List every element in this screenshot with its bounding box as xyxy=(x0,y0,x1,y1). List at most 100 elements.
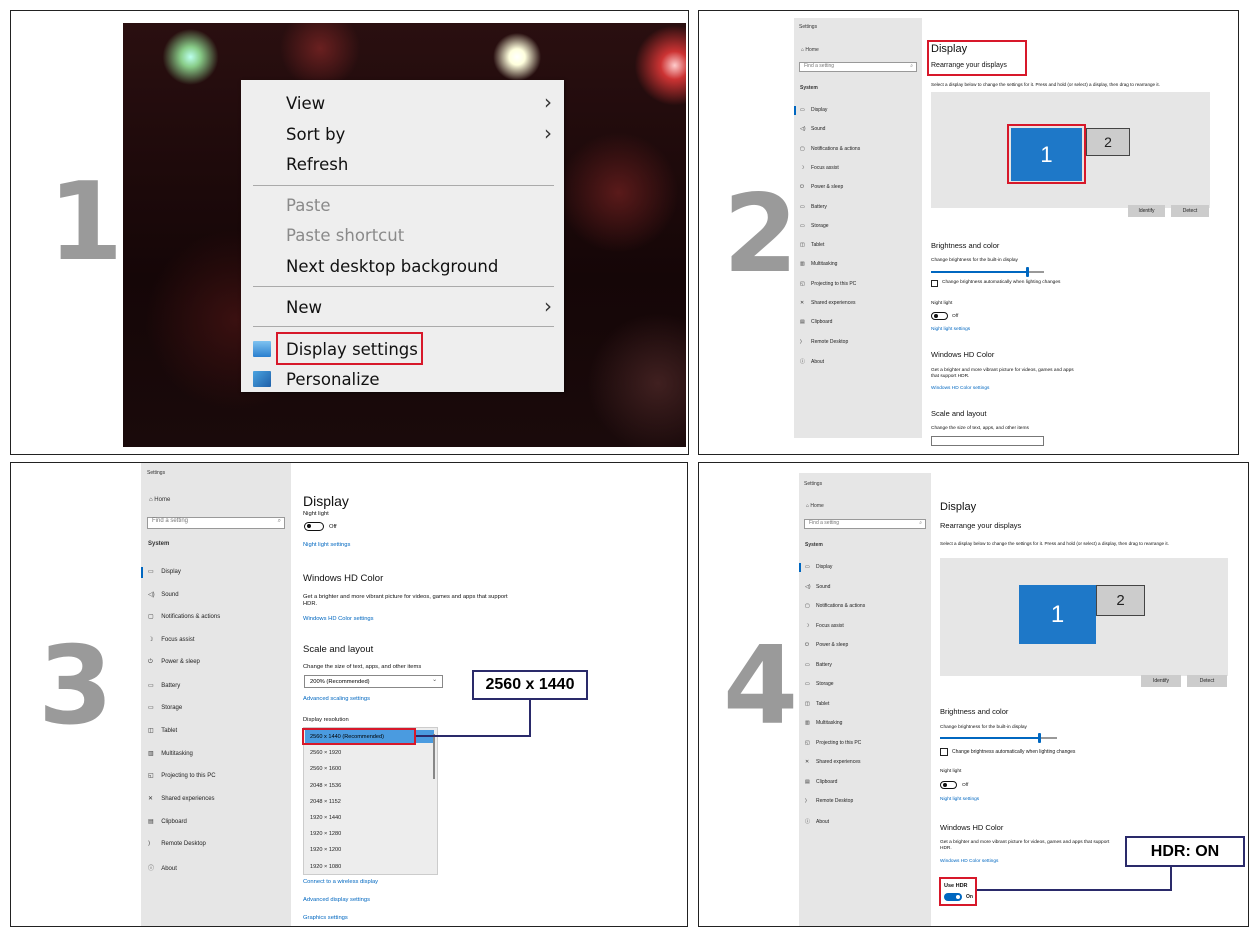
resolution-option[interactable]: 1920 × 1200 xyxy=(305,843,431,856)
sidebar-item-storage[interactable]: ▭ Storage xyxy=(148,704,182,711)
sidebar-item-battery[interactable]: ▭ Battery xyxy=(800,204,827,210)
sidebar-item-shared-experiences[interactable]: ✕ Shared experiences xyxy=(800,300,855,306)
brightness-fill xyxy=(931,271,1028,273)
sidebar-item-tablet[interactable]: ◫ Tablet xyxy=(800,242,824,248)
sidebar-item-shared-experiences[interactable]: ✕ Shared experiences xyxy=(805,759,860,765)
auto-brightness-checkbox[interactable] xyxy=(931,280,938,287)
advanced-scaling-link[interactable]: Advanced scaling settings xyxy=(303,696,370,702)
night-light-settings-link[interactable]: Night light settings xyxy=(931,327,970,332)
scale-heading: Scale and layout xyxy=(303,644,374,655)
sidebar-item-clipboard[interactable]: ▤ Clipboard xyxy=(148,818,187,825)
sidebar-item-clipboard[interactable]: ▤ Clipboard xyxy=(800,319,832,325)
connect-wireless-link[interactable]: Connect to a wireless display xyxy=(303,879,378,885)
hd-color-settings-link[interactable]: Windows HD Color settings xyxy=(931,386,989,391)
sidebar-item-projecting-to-this-pc[interactable]: ◱ Projecting to this PC xyxy=(800,281,856,287)
sidebar-item-notifications-actions[interactable]: ▢ Notifications & actions xyxy=(800,146,860,152)
menu-item-next-desktop-background[interactable]: Next desktop background xyxy=(286,257,498,276)
brightness-slider[interactable] xyxy=(931,267,1044,277)
hd-color-settings-link[interactable]: Windows HD Color settings xyxy=(940,859,998,864)
sidebar-item-notifications-actions[interactable]: ▢ Notifications & actions xyxy=(805,603,865,609)
graphics-settings-link[interactable]: Graphics settings xyxy=(303,915,348,921)
menu-item-personalize[interactable]: Personalize xyxy=(286,370,380,389)
night-light-toggle[interactable] xyxy=(304,522,324,531)
sidebar-item-tablet[interactable]: ◫ Tablet xyxy=(148,727,177,734)
resolution-option[interactable]: 1920 × 1080 xyxy=(305,860,431,873)
sidebar-item-shared-experiences[interactable]: ✕ Shared experiences xyxy=(148,795,215,802)
sidebar-item-sound[interactable]: ◁) Sound xyxy=(800,126,825,132)
sidebar-item-label: Remote Desktop xyxy=(816,798,854,804)
sidebar-item-display[interactable]: ▭ Display xyxy=(148,568,181,575)
auto-brightness-checkbox[interactable] xyxy=(940,748,948,756)
identify-button[interactable]: Identify xyxy=(1141,675,1181,687)
advanced-display-link[interactable]: Advanced display settings xyxy=(303,897,370,903)
sidebar-item-storage[interactable]: ▭ Storage xyxy=(805,681,834,687)
nav-home[interactable]: ⌂ Home xyxy=(806,503,824,509)
sidebar-item-about[interactable]: ⓘ About xyxy=(805,818,829,825)
section-title: System xyxy=(805,542,823,548)
night-light-toggle[interactable] xyxy=(940,781,957,789)
brightness-thumb[interactable] xyxy=(1025,267,1029,277)
resolution-option[interactable]: 2560 × 1920 xyxy=(305,746,431,759)
resolution-option[interactable]: 1920 × 1280 xyxy=(305,827,431,840)
resolution-option[interactable]: 1920 × 1440 xyxy=(305,811,431,824)
sidebar-item-power-sleep[interactable]: ⏻ Power & sleep xyxy=(800,184,843,190)
sidebar-item-battery[interactable]: ▭ Battery xyxy=(148,682,180,689)
sidebar-item-about[interactable]: ⓘ About xyxy=(148,863,177,872)
sidebar-item-sound[interactable]: ◁) Sound xyxy=(148,591,179,598)
menu-item-refresh[interactable]: Refresh xyxy=(286,155,348,174)
night-light-settings-link[interactable]: Night light settings xyxy=(303,542,350,548)
menu-item-view[interactable]: View xyxy=(286,94,325,113)
search-input[interactable]: Find a setting ⌕ xyxy=(804,519,926,529)
nav-home[interactable]: ⌂ Home xyxy=(149,497,170,503)
scale-dropdown[interactable]: 200% (Recommended) ⌄ xyxy=(304,675,443,688)
hd-color-settings-link[interactable]: Windows HD Color settings xyxy=(303,616,374,622)
brightness-thumb[interactable] xyxy=(1037,733,1041,743)
detect-button[interactable]: Detect xyxy=(1171,205,1209,217)
sidebar-item-focus-assist[interactable]: ☽ Focus assist xyxy=(148,636,195,643)
sidebar-item-display[interactable]: ▭ Display xyxy=(800,107,827,113)
sidebar-item-projecting-to-this-pc[interactable]: ◱ Projecting to this PC xyxy=(805,740,861,746)
sidebar-item-remote-desktop[interactable]: ⟩ Remote Desktop xyxy=(148,840,206,847)
sidebar-item-sound[interactable]: ◁) Sound xyxy=(805,584,830,590)
page-title: Display xyxy=(303,493,349,509)
search-input[interactable]: Find a setting ⌕ xyxy=(147,517,285,529)
monitor-2[interactable]: 2 xyxy=(1096,585,1145,616)
search-icon: ⌕ xyxy=(919,520,922,526)
night-light-toggle[interactable] xyxy=(931,312,948,320)
sidebar-item-notifications-actions[interactable]: ▢ Notifications & actions xyxy=(148,613,220,620)
list-scrollbar[interactable] xyxy=(433,734,435,779)
resolution-option[interactable]: 2048 × 1536 xyxy=(305,779,431,792)
sidebar-item-multitasking[interactable]: ▥ Multitasking xyxy=(805,720,842,726)
identify-button[interactable]: Identify xyxy=(1128,205,1165,217)
nav-home[interactable]: ⌂ Home xyxy=(801,47,819,53)
sidebar-item-multitasking[interactable]: ▥ Multitasking xyxy=(800,261,837,267)
menu-item-sort-by[interactable]: Sort by xyxy=(286,125,345,144)
resolution-option[interactable]: 2048 × 1152 xyxy=(305,795,431,808)
sidebar-item-tablet[interactable]: ◫ Tablet xyxy=(805,701,829,707)
sidebar-item-multitasking[interactable]: ▥ Multitasking xyxy=(148,750,193,757)
scale-heading: Scale and layout xyxy=(931,409,987,418)
detect-button[interactable]: Detect xyxy=(1187,675,1227,687)
sidebar-item-display[interactable]: ▭ Display xyxy=(805,564,832,570)
resolution-option[interactable]: 2560 × 1600 xyxy=(305,762,431,775)
sidebar-item-clipboard[interactable]: ▤ Clipboard xyxy=(805,779,837,785)
sidebar-item-focus-assist[interactable]: ☽ Focus assist xyxy=(805,623,844,629)
sidebar-item-power-sleep[interactable]: ⏻ Power & sleep xyxy=(148,659,200,666)
menu-item-new[interactable]: New xyxy=(286,298,322,317)
sidebar-item-about[interactable]: ⓘ About xyxy=(800,358,824,365)
scale-dropdown[interactable] xyxy=(931,436,1044,446)
monitor-2[interactable]: 2 xyxy=(1086,128,1130,156)
sidebar-item-focus-assist[interactable]: ☽ Focus assist xyxy=(800,165,839,171)
brightness-slider[interactable] xyxy=(940,733,1057,743)
scale-label: Change the size of text, apps, and other… xyxy=(303,664,422,670)
sidebar-item-remote-desktop[interactable]: ⟩ Remote Desktop xyxy=(800,339,848,345)
sidebar-item-projecting-to-this-pc[interactable]: ◱ Projecting to this PC xyxy=(148,772,216,779)
sidebar-item-battery[interactable]: ▭ Battery xyxy=(805,662,832,668)
night-light-settings-link[interactable]: Night light settings xyxy=(940,797,979,802)
sidebar-item-remote-desktop[interactable]: ⟩ Remote Desktop xyxy=(805,798,853,804)
sidebar-item-storage[interactable]: ▭ Storage xyxy=(800,223,829,229)
sidebar-item-label: Notifications & actions xyxy=(816,603,866,609)
search-input[interactable]: Find a setting ⌕ xyxy=(799,62,917,72)
sidebar-item-power-sleep[interactable]: ⏻ Power & sleep xyxy=(805,642,848,648)
monitor-1[interactable]: 1 xyxy=(1019,585,1096,644)
